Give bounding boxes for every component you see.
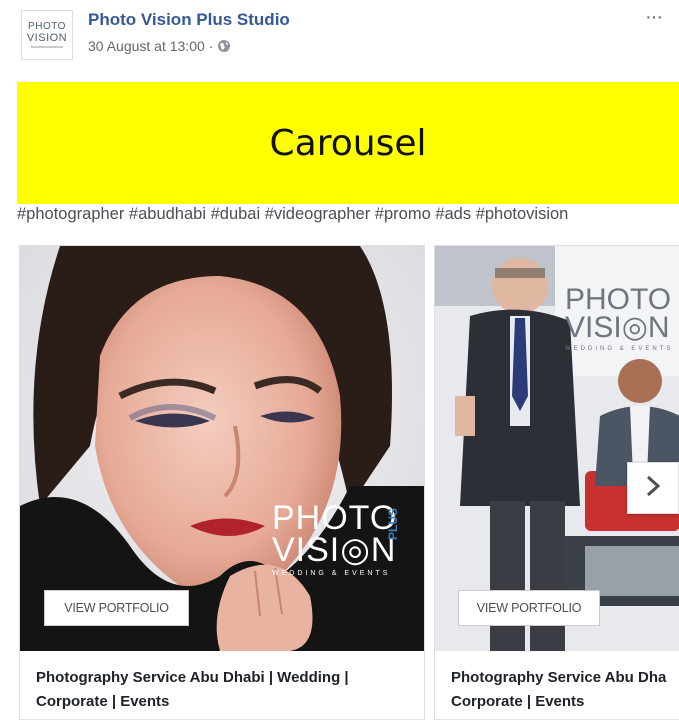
logo-line-photo: PHOTO bbox=[272, 499, 398, 537]
chevron-right-icon bbox=[644, 475, 662, 502]
card-2-logo: PHOTO VISI◎N WEDDING & EVENTS bbox=[565, 283, 674, 353]
view-portfolio-button[interactable]: VIEW PORTFOLIO bbox=[458, 590, 600, 626]
card-2-title[interactable]: Photography Service Abu Dha Corporate | … bbox=[451, 666, 666, 714]
carousel-next-button[interactable] bbox=[627, 462, 679, 514]
post-hashtags[interactable]: #photographer #abudhabi #dubai #videogra… bbox=[17, 205, 568, 224]
logo-line-vision: VISI◎N bbox=[565, 311, 670, 344]
carousel-card-1[interactable]: PHOTO VISI◎N WEDDING & EVENTS PLUS VIEW … bbox=[19, 245, 425, 720]
logo-plus-text: PLUS bbox=[386, 508, 400, 541]
logo-line-vision: VISI◎N bbox=[272, 531, 397, 569]
more-options-icon[interactable]: ··· bbox=[645, 6, 663, 29]
page-name-link[interactable]: Photo Vision Plus Studio bbox=[88, 10, 290, 30]
post-header: PHOTO VISION Photo Vision Plus Studio 30… bbox=[0, 0, 679, 72]
post-timestamp[interactable]: 30 August at 13:00 · bbox=[88, 38, 213, 54]
logo-tagline: WEDDING & EVENTS bbox=[565, 346, 674, 352]
card-1-logo: PHOTO VISI◎N WEDDING & EVENTS bbox=[272, 499, 398, 577]
card-2-title-line1: Photography Service Abu Dha bbox=[451, 669, 667, 686]
avatar-text-line2: VISION bbox=[26, 32, 68, 44]
avatar-divider bbox=[31, 46, 63, 48]
banner-text: Carousel bbox=[269, 122, 427, 164]
carousel-banner: Carousel bbox=[17, 82, 679, 204]
logo-line-photo: PHOTO bbox=[565, 283, 672, 316]
avatar-text-line1: PHOTO bbox=[28, 21, 66, 32]
globe-icon bbox=[217, 39, 231, 53]
page-avatar[interactable]: PHOTO VISION bbox=[21, 10, 73, 60]
card-2-title-line2: Corporate | Events bbox=[451, 693, 585, 710]
view-portfolio-button[interactable]: VIEW PORTFOLIO bbox=[44, 590, 189, 626]
post-meta: 30 August at 13:00 · bbox=[88, 38, 231, 54]
card-1-title[interactable]: Photography Service Abu Dhabi | Wedding … bbox=[36, 666, 406, 714]
logo-tagline: WEDDING & EVENTS bbox=[272, 570, 391, 577]
